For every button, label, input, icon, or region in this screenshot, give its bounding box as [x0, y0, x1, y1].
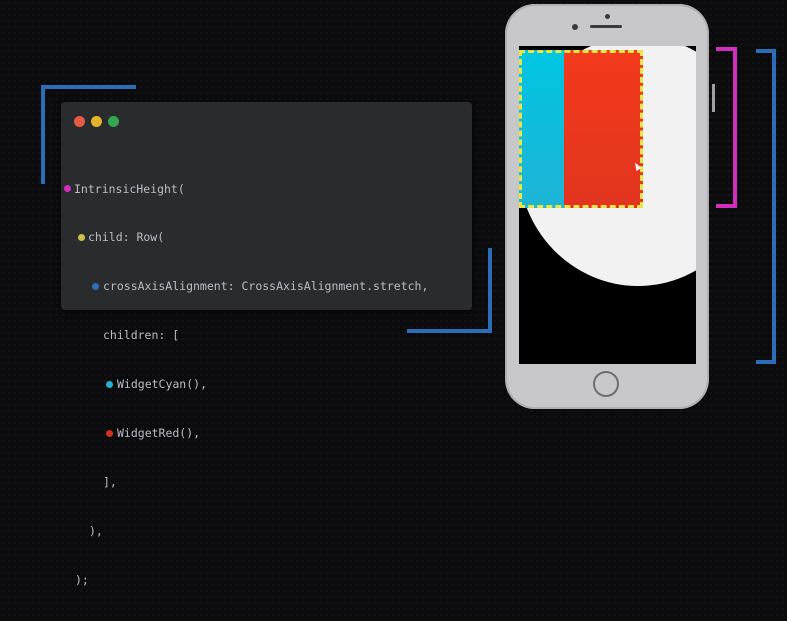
code-block: IntrinsicHeight( child: Row( crossAxisAl… [61, 148, 428, 621]
line-marker [106, 380, 113, 388]
code-line: children: [ [61, 327, 179, 343]
minimize-dot[interactable] [91, 116, 102, 127]
magenta-bracket [716, 47, 737, 208]
phone-mockup [505, 4, 715, 409]
code-line: child: Row( [61, 229, 164, 245]
code-line-text: ), [89, 523, 103, 538]
close-dot[interactable] [74, 116, 85, 127]
earpiece [590, 25, 622, 28]
maximize-dot[interactable] [108, 116, 119, 127]
intrinsic-height-row [519, 50, 643, 208]
code-line-text: WidgetRed(), [117, 426, 201, 441]
front-camera-icon [605, 14, 610, 19]
phone-screen [519, 46, 696, 364]
code-line-text: IntrinsicHeight( [74, 181, 185, 196]
code-line-text: ); [75, 572, 89, 587]
code-line: WidgetCyan(), [61, 376, 207, 392]
code-line-text: ], [103, 474, 117, 489]
line-marker [64, 185, 71, 193]
code-line-text: child: Row( [88, 230, 165, 245]
code-line: IntrinsicHeight( [61, 181, 185, 197]
code-line: WidgetRed(), [61, 425, 200, 441]
line-marker [92, 282, 99, 290]
sensor-icon [572, 24, 578, 30]
code-line: crossAxisAlignment: CrossAxisAlignment.s… [61, 278, 428, 294]
code-line-text: children: [ [103, 328, 180, 343]
line-marker [78, 233, 85, 241]
line-marker [106, 429, 113, 437]
window-controls [74, 116, 119, 127]
code-line-text: WidgetCyan(), [117, 377, 208, 392]
code-line: ), [61, 523, 103, 539]
right-blue-bracket [756, 49, 776, 364]
code-line-text: crossAxisAlignment: CrossAxisAlignment.s… [103, 279, 429, 294]
dashed-outline [519, 50, 643, 208]
code-line: ], [61, 474, 117, 490]
code-line: ); [61, 572, 89, 588]
home-button[interactable] [593, 371, 619, 397]
code-window: IntrinsicHeight( child: Row( crossAxisAl… [61, 102, 472, 587]
